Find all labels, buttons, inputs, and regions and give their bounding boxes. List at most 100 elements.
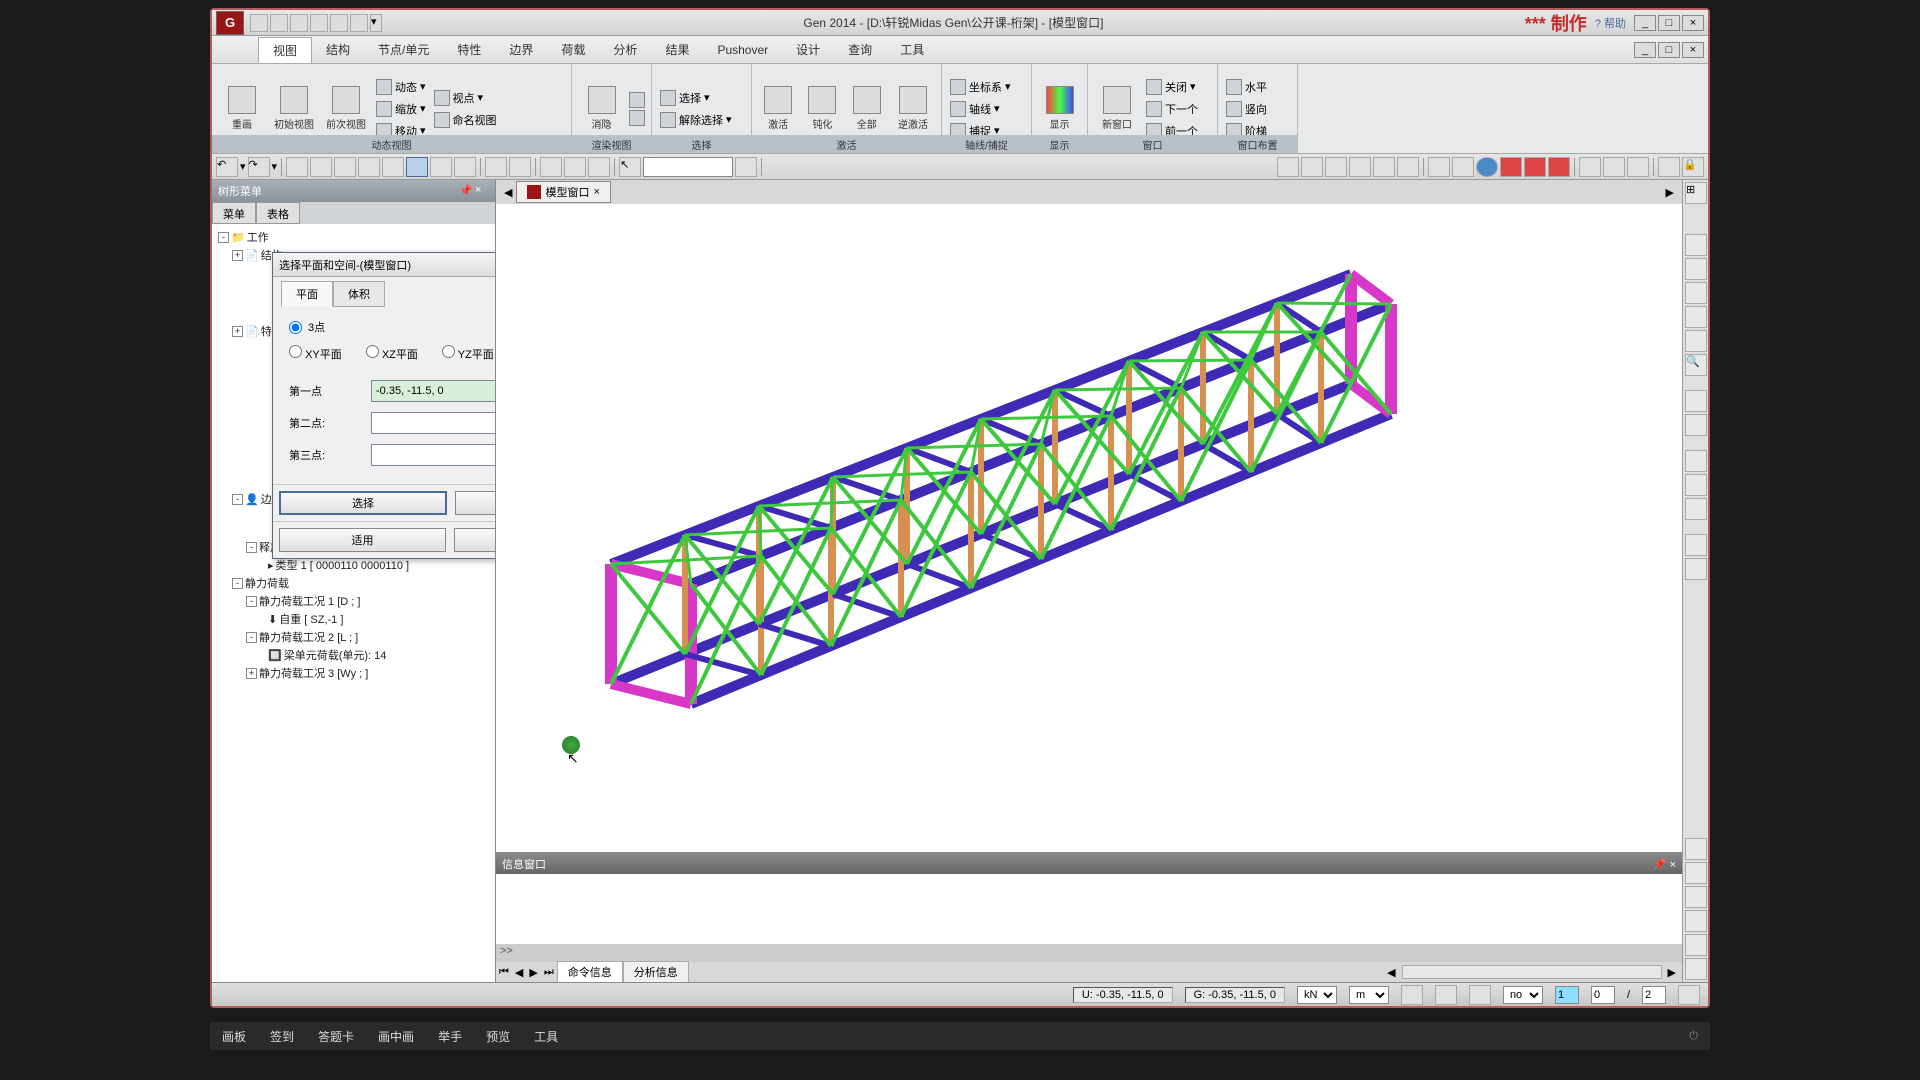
horizontal-button[interactable]: 水平 <box>1224 77 1269 97</box>
qat-open-icon[interactable] <box>270 14 288 32</box>
tb-r-11[interactable] <box>1603 157 1625 177</box>
new-window-button[interactable]: 新窗口 <box>1094 77 1140 141</box>
tab-nav-right-icon[interactable]: ▶ <box>1662 186 1678 199</box>
tree-expand-icon[interactable]: - <box>232 578 243 589</box>
dialog-tab-plane[interactable]: 平面 <box>281 281 333 307</box>
rt-icon-10[interactable] <box>1685 498 1707 520</box>
tb-r-13[interactable] <box>1658 157 1680 177</box>
tb-icon-4[interactable] <box>358 157 380 177</box>
tb-icon-5[interactable] <box>382 157 404 177</box>
render-icon[interactable] <box>629 92 645 108</box>
tree-expand-icon[interactable]: - <box>246 632 257 643</box>
status-field-1[interactable] <box>1555 986 1579 1004</box>
taskbar-raisehand[interactable]: 举手 <box>438 1028 462 1045</box>
msg-nav-next-icon[interactable]: ▶ <box>526 966 540 979</box>
tb-icon-7[interactable] <box>430 157 452 177</box>
doc-close-button[interactable]: × <box>1682 42 1704 58</box>
tree-area[interactable]: -📁 工作 +📄 结构 +📄 特性 -👤 边界 -释放梁端约束: 58 ▸ 类型… <box>212 224 495 982</box>
panel-pin-icon[interactable]: 📌 <box>459 184 473 198</box>
taskbar-tools[interactable]: 工具 <box>534 1028 558 1045</box>
taskbar-canvas[interactable]: 画板 <box>222 1028 246 1045</box>
tb-icon-6[interactable] <box>406 157 428 177</box>
menu-tools[interactable]: 工具 <box>886 37 938 62</box>
rt-icon-3[interactable] <box>1685 282 1707 304</box>
status-icon-4[interactable] <box>1678 985 1700 1005</box>
initial-view-button[interactable]: 初始视图 <box>270 77 318 141</box>
tb-r-8[interactable] <box>1452 157 1474 177</box>
msg-tab-command[interactable]: 命令信息 <box>557 961 623 982</box>
rt-view-6[interactable] <box>1685 958 1707 980</box>
rt-icon-4[interactable] <box>1685 306 1707 328</box>
rt-icon-9[interactable] <box>1685 474 1707 496</box>
tb-r-red2[interactable] <box>1524 157 1546 177</box>
dialog-apply-button[interactable]: 适用 <box>279 528 446 552</box>
qat-new-icon[interactable] <box>250 14 268 32</box>
zoom-button[interactable]: 缩放▾ <box>374 99 428 119</box>
radio-xz[interactable]: XZ平面 <box>366 345 418 362</box>
menu-design[interactable]: 设计 <box>782 37 834 62</box>
msg-scroll-right-icon[interactable]: ▶ <box>1662 966 1682 979</box>
tb-icon-10[interactable] <box>509 157 531 177</box>
rt-icon-12[interactable] <box>1685 558 1707 580</box>
force-unit-select[interactable]: kN <box>1297 986 1337 1004</box>
tree-expand-icon[interactable]: - <box>218 232 229 243</box>
pointer-icon[interactable]: ↖ <box>619 157 641 177</box>
rt-icon-8[interactable] <box>1685 450 1707 472</box>
menu-pushover[interactable]: Pushover <box>703 39 782 61</box>
qat-save-icon[interactable] <box>290 14 308 32</box>
taskbar-preview[interactable]: 预览 <box>486 1028 510 1045</box>
dialog-tab-volume[interactable]: 体积 <box>333 281 385 307</box>
tree-expand-icon[interactable]: + <box>232 326 243 337</box>
undo-button[interactable]: ↶ <box>216 157 238 177</box>
radio-yz[interactable]: YZ平面 <box>442 345 494 362</box>
menu-structure[interactable]: 结构 <box>312 37 364 62</box>
select-button[interactable]: 选择▾ <box>658 88 734 108</box>
tb-icon-1[interactable] <box>286 157 308 177</box>
taskbar-signin[interactable]: 签到 <box>270 1028 294 1045</box>
tree-expand-icon[interactable]: - <box>232 494 243 505</box>
qat-drop-icon[interactable]: ▾ <box>370 14 382 32</box>
tb-icon-9[interactable] <box>485 157 507 177</box>
grid-button[interactable]: 轴线▾ <box>948 99 1013 119</box>
zoom-fit-icon[interactable] <box>1685 330 1707 352</box>
tree-tab-table[interactable]: 表格 <box>256 202 300 224</box>
tb-r-3[interactable] <box>1325 157 1347 177</box>
tb-icon-2[interactable] <box>310 157 332 177</box>
tb-icon-12[interactable] <box>564 157 586 177</box>
status-icon-2[interactable] <box>1435 985 1457 1005</box>
point1-input[interactable] <box>371 380 495 402</box>
3d-canvas[interactable]: ↖ <box>496 204 1682 852</box>
length-unit-select[interactable]: m <box>1349 986 1389 1004</box>
all-button[interactable]: 全部 <box>847 77 887 141</box>
tb-r-6[interactable] <box>1397 157 1419 177</box>
dialog-close-button2[interactable]: 关闭 <box>454 528 495 552</box>
menu-view[interactable]: 视图 <box>258 37 312 63</box>
menu-load[interactable]: 荷载 <box>547 37 599 62</box>
menu-analysis[interactable]: 分析 <box>599 37 651 62</box>
viewpoint-button[interactable]: 视点▾ <box>432 88 499 108</box>
menu-boundary[interactable]: 边界 <box>495 37 547 62</box>
rt-view-4[interactable] <box>1685 910 1707 932</box>
tb-r-1[interactable] <box>1277 157 1299 177</box>
menu-property[interactable]: 特性 <box>443 37 495 62</box>
next-window-button[interactable]: 下一个 <box>1144 99 1200 119</box>
tb-r-2[interactable] <box>1301 157 1323 177</box>
tab-close-icon[interactable]: × <box>593 186 599 198</box>
radio-3point[interactable]: 3点 <box>289 319 495 335</box>
qat-print-icon[interactable] <box>330 14 348 32</box>
tb-r-7[interactable] <box>1428 157 1450 177</box>
power-icon[interactable]: ⏻ <box>1689 1030 1698 1043</box>
zoom-search-icon[interactable]: 🔍 <box>1685 354 1707 376</box>
rt-view-1[interactable] <box>1685 838 1707 860</box>
invert-activate-button[interactable]: 逆激活 <box>891 77 935 141</box>
status-field-2[interactable] <box>1642 986 1666 1004</box>
menu-node-element[interactable]: 节点/单元 <box>364 37 443 62</box>
status-no-select[interactable]: no <box>1503 986 1543 1004</box>
maximize-button[interactable]: □ <box>1658 15 1680 31</box>
redraw-button[interactable]: 重画 <box>218 77 266 141</box>
msg-scrollbar[interactable] <box>1402 965 1662 979</box>
point3-input[interactable] <box>371 444 495 466</box>
close-button[interactable]: × <box>1682 15 1704 31</box>
command-prompt[interactable]: >> <box>496 944 1682 962</box>
prev-view-button[interactable]: 前次视图 <box>322 77 370 141</box>
